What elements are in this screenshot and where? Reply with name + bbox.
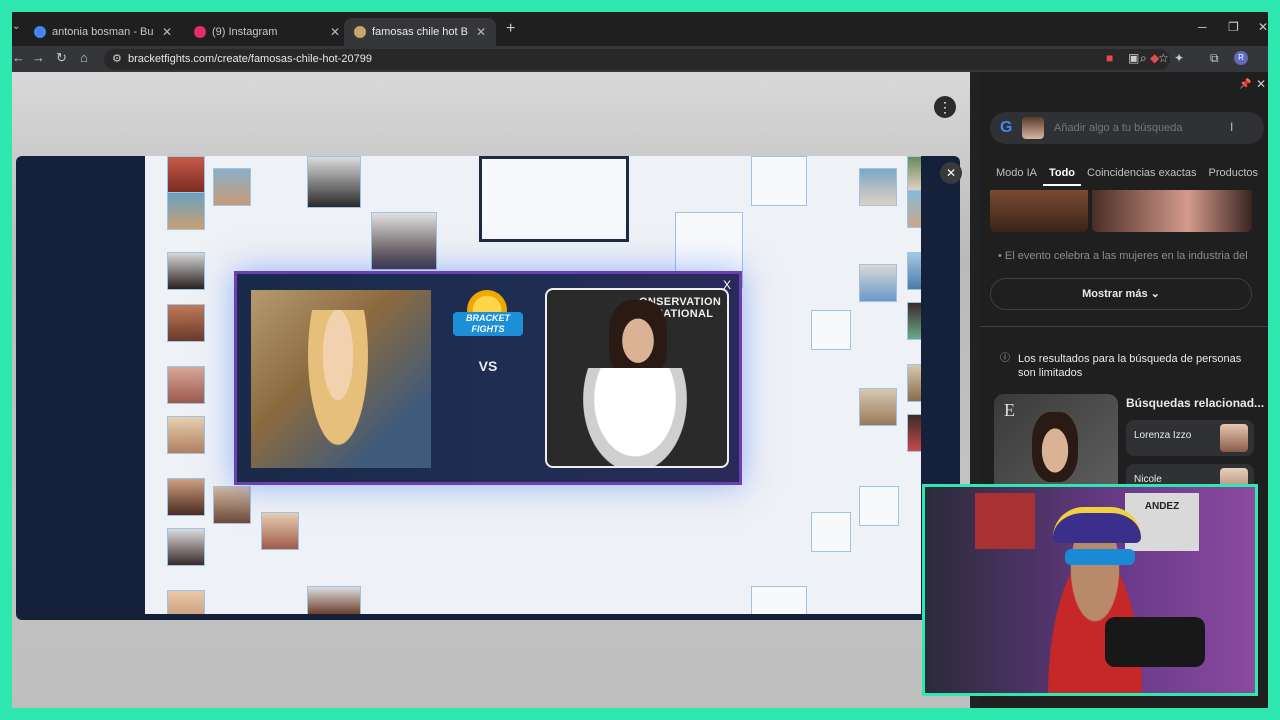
contestant-thumbnail[interactable] bbox=[907, 302, 921, 340]
contestant-thumbnail[interactable] bbox=[371, 212, 437, 270]
contestant-thumbnail[interactable] bbox=[907, 156, 921, 194]
contestant-thumbnail[interactable] bbox=[213, 486, 251, 524]
instagram-favicon-icon bbox=[194, 26, 206, 38]
address-bar[interactable]: ⚙ bracketfights.com/create/famosas-chile… bbox=[104, 49, 1170, 70]
tab-productos[interactable]: Productos bbox=[1202, 164, 1264, 186]
lens-search-box[interactable]: G I bbox=[990, 112, 1264, 144]
vs-label: VS bbox=[478, 358, 498, 374]
contestant-thumbnail[interactable] bbox=[307, 586, 361, 614]
microphone bbox=[1105, 617, 1205, 667]
contestant-thumbnail[interactable] bbox=[907, 414, 921, 452]
tab-instagram[interactable]: (9) Instagram ✕ bbox=[184, 18, 350, 46]
contestant-thumbnail[interactable] bbox=[213, 168, 251, 206]
minimize-icon[interactable]: ─ bbox=[1198, 20, 1207, 34]
navigation-bar: ← → ↻ ⌂ ⚙ bracketfights.com/create/famos… bbox=[12, 46, 1268, 72]
google-favicon-icon bbox=[34, 26, 46, 38]
tab-modo-ia[interactable]: Modo IA bbox=[990, 164, 1043, 186]
contestant-thumbnail[interactable] bbox=[167, 304, 205, 342]
sunglasses bbox=[1065, 549, 1135, 565]
pin-icon[interactable]: 📌 bbox=[1239, 79, 1251, 90]
wall-poster bbox=[975, 493, 1035, 549]
info-icon: ⓘ bbox=[1000, 353, 1010, 364]
left-contestant-photo[interactable] bbox=[251, 290, 431, 468]
related-search-item[interactable]: Lorenza Izzo bbox=[1126, 420, 1254, 456]
related-thumbnail bbox=[1220, 424, 1248, 452]
forward-icon[interactable]: → bbox=[32, 50, 45, 65]
lens-screenshot-icon[interactable]: ⧉ bbox=[1210, 51, 1219, 66]
extension-pdf-icon[interactable]: ◆ bbox=[1150, 51, 1159, 65]
tab-todo[interactable]: Todo bbox=[1042, 164, 1082, 186]
extension-gray-icon[interactable]: ▣ bbox=[1128, 51, 1139, 65]
bracket-slot bbox=[751, 156, 807, 206]
new-tab-icon[interactable]: + bbox=[506, 20, 515, 38]
profile-avatar[interactable]: R bbox=[1234, 51, 1248, 65]
close-bracket-icon[interactable]: ✕ bbox=[940, 162, 962, 184]
result-image[interactable] bbox=[990, 190, 1088, 232]
show-more-button[interactable]: Mostrar más ⌄ bbox=[990, 278, 1252, 310]
right-contestant-photo[interactable]: ONSERVATION ERNATIONAL bbox=[545, 288, 729, 468]
more-options-icon[interactable]: ⋮ bbox=[934, 96, 956, 118]
close-window-icon[interactable]: ✕ bbox=[1258, 20, 1268, 34]
result-image[interactable] bbox=[1092, 190, 1252, 232]
tab-bar: ⌄ antonia bosman - Buscar con G ✕ (9) In… bbox=[12, 12, 1268, 46]
bracketfights-logo: BRACKET FIGHTS bbox=[453, 290, 523, 342]
contestant-thumbnail[interactable] bbox=[167, 192, 205, 230]
text-cursor-icon: I bbox=[1230, 120, 1234, 134]
bracket-slot bbox=[811, 310, 851, 350]
contestant-thumbnail[interactable] bbox=[859, 264, 897, 302]
search-image-thumbnail[interactable] bbox=[1022, 117, 1044, 139]
bracketfights-favicon-icon bbox=[354, 26, 366, 38]
cap bbox=[1053, 507, 1141, 543]
matchup-modal: BRACKET FIGHTS VS ONSERVATION ERNATIONAL… bbox=[234, 271, 742, 485]
close-tab-icon[interactable]: ✕ bbox=[162, 25, 172, 39]
related-searches-title: Búsquedas relacionad... bbox=[1126, 396, 1265, 410]
site-info-icon[interactable]: ⚙ bbox=[112, 52, 122, 65]
contestant-thumbnail[interactable] bbox=[167, 478, 205, 516]
maximize-icon[interactable]: ❐ bbox=[1228, 20, 1239, 34]
close-panel-icon[interactable]: ✕ bbox=[1256, 77, 1266, 91]
contestant-thumbnail[interactable] bbox=[907, 364, 921, 402]
google-logo-icon: G bbox=[1000, 119, 1013, 136]
final-slot bbox=[479, 156, 629, 242]
reload-icon[interactable]: ↻ bbox=[56, 50, 67, 66]
bracket-slot bbox=[811, 512, 851, 552]
contestant-thumbnail[interactable] bbox=[167, 416, 205, 454]
tab-bracketfights[interactable]: famosas chile hot Bracket - Bra ✕ bbox=[344, 18, 496, 46]
close-tab-icon[interactable]: ✕ bbox=[330, 25, 340, 39]
lens-result-images bbox=[990, 190, 1254, 232]
contestant-thumbnail[interactable] bbox=[307, 156, 361, 208]
tab-search-icon[interactable]: ⌄ bbox=[12, 21, 20, 32]
contestant-thumbnail[interactable] bbox=[167, 252, 205, 290]
close-modal-button[interactable]: X bbox=[723, 278, 731, 292]
back-icon[interactable]: ← bbox=[12, 50, 25, 65]
contestant-thumbnail[interactable] bbox=[167, 528, 205, 566]
bracket-slot bbox=[751, 586, 807, 614]
contestant-thumbnail[interactable] bbox=[907, 252, 921, 290]
zoom-icon[interactable]: ⌕ bbox=[1140, 51, 1147, 66]
contestant-thumbnail[interactable] bbox=[167, 156, 205, 194]
bookmark-star-icon[interactable]: ☆ bbox=[1158, 51, 1169, 65]
url-text: bracketfights.com/create/famosas-chile-h… bbox=[128, 53, 372, 65]
contestant-thumbnail[interactable] bbox=[261, 512, 299, 550]
contestant-thumbnail[interactable] bbox=[907, 190, 921, 228]
contestant-thumbnail[interactable] bbox=[167, 590, 205, 614]
close-tab-icon[interactable]: ✕ bbox=[476, 25, 486, 39]
lens-search-input[interactable] bbox=[1054, 119, 1244, 137]
contestant-thumbnail[interactable] bbox=[859, 388, 897, 426]
result-snippet: • El evento celebra a las mujeres en la … bbox=[998, 250, 1248, 262]
divider bbox=[980, 326, 1268, 327]
tab-google-search[interactable]: antonia bosman - Buscar con G ✕ bbox=[24, 18, 182, 46]
lens-tabs: Modo IA Todo Coincidencias exactas Produ… bbox=[990, 164, 1268, 186]
tab-coincidencias-exactas[interactable]: Coincidencias exactas bbox=[1081, 164, 1202, 186]
bracket-slot bbox=[859, 486, 899, 526]
chevron-down-icon: ⌄ bbox=[1150, 288, 1160, 300]
contestant-thumbnail[interactable] bbox=[859, 168, 897, 206]
home-icon[interactable]: ⌂ bbox=[80, 50, 88, 65]
contestant-thumbnail[interactable] bbox=[167, 366, 205, 404]
extension-red-icon[interactable]: ■ bbox=[1106, 51, 1113, 65]
webcam-overlay: ANDEZ bbox=[922, 484, 1258, 696]
extensions-puzzle-icon[interactable]: ✦ bbox=[1174, 51, 1184, 65]
